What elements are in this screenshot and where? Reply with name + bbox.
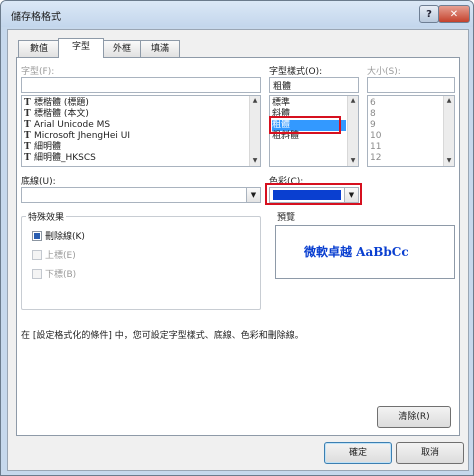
scroll-up-icon[interactable]: ▲ [445,97,453,105]
style-input[interactable]: 粗體 [269,77,359,93]
font-item-label: Microsoft JhengHei UI [34,131,131,141]
underline-select[interactable]: ▼ [21,187,261,203]
font-input[interactable] [21,77,261,93]
font-tab-panel: 字型(F): T 標楷體 (標題) T 標楷體 (本文) T Arial Unicod… [16,57,460,436]
strikethrough-label: 刪除線(K) [45,232,85,242]
strikethrough-checkbox[interactable] [32,231,42,241]
list-item[interactable]: 12 [370,153,381,164]
font-item-label: 細明體_HKSCS [34,153,96,163]
effects-legend: 特殊效果 [26,210,67,223]
truetype-icon: T [24,131,31,141]
truetype-icon: T [24,98,31,108]
style-list-scrollbar[interactable]: ▲ ▼ [347,96,358,166]
font-item-label: 標楷體 (本文) [34,109,89,119]
font-label: 字型(F): [21,67,55,77]
help-button[interactable]: ? [419,5,439,23]
list-item[interactable]: T Arial Unicode MS [24,120,110,131]
title-bar[interactable]: 儲存格格式 ? ✕ [1,1,473,27]
size-list[interactable]: 6 8 9 10 11 12 ▲ ▼ [367,95,455,167]
size-list-scrollbar[interactable]: ▲ ▼ [443,96,454,166]
font-list[interactable]: T 標楷體 (標題) T 標楷體 (本文) T Arial Unicode MS TM… [21,95,261,167]
truetype-icon: T [24,142,31,152]
dialog-window: 儲存格格式 ? ✕ 數值 字型 外框 填滿 字型(F): T 標楷體 (標題) T… [0,0,474,476]
style-label: 字型樣式(O): [269,67,323,77]
effects-group: 特殊效果 刪除線(K) 上標(E) 下標(B) [21,210,261,310]
tab-border[interactable]: 外框 [102,40,142,57]
scroll-up-icon[interactable]: ▲ [251,97,259,105]
list-item[interactable]: T 標楷體 (本文) [24,109,89,120]
superscript-checkbox[interactable] [32,250,42,260]
scroll-down-icon[interactable]: ▼ [349,157,357,165]
hint-text: 在 [設定格式化的條件] 中，您可設定字型樣式、底線、色彩和刪除線。 [21,331,304,341]
tab-font[interactable]: 字型 [58,38,104,58]
window-title: 儲存格格式 [11,12,61,23]
clear-button[interactable]: 清除(R) [377,406,451,428]
ok-button[interactable]: 確定 [324,442,392,464]
list-item[interactable]: T 細明體_HKSCS [24,153,96,164]
preview-text: 微軟卓越 AaBbCc [304,245,409,259]
dialog-body: 數值 字型 外框 填滿 字型(F): T 標楷體 (標題) T 標楷體 (本文) T… [7,29,469,471]
truetype-icon: T [24,153,31,163]
subscript-checkbox[interactable] [32,269,42,279]
list-item[interactable]: T 標楷體 (標題) [24,98,89,109]
list-item[interactable]: 6 [370,98,376,109]
list-item[interactable]: 9 [370,120,376,131]
truetype-icon: T [24,120,31,130]
list-item[interactable]: T Microsoft JhengHei UI [24,131,130,142]
font-list-scrollbar[interactable]: ▲ ▼ [249,96,260,166]
scroll-up-icon[interactable]: ▲ [349,97,357,105]
list-item[interactable]: T 細明體 [24,142,61,153]
truetype-icon: T [24,109,31,119]
scroll-down-icon[interactable]: ▼ [251,157,259,165]
size-input[interactable] [367,77,455,93]
tab-number[interactable]: 數值 [18,40,60,57]
font-item-label: 標楷體 (標題) [34,98,89,108]
chevron-down-icon[interactable]: ▼ [246,188,260,202]
list-item[interactable]: 10 [370,131,381,142]
list-item[interactable]: 8 [370,109,376,120]
close-button[interactable]: ✕ [438,5,470,23]
preview-legend: 預覽 [277,213,296,223]
underline-label: 底線(U): [21,177,56,187]
selection-highlight-box [269,116,341,134]
cancel-button[interactable]: 取消 [396,442,464,464]
scroll-down-icon[interactable]: ▼ [445,157,453,165]
size-label: 大小(S): [367,67,401,77]
tab-fill[interactable]: 填滿 [140,40,180,57]
style-input-value: 粗體 [273,82,292,92]
list-item[interactable]: 11 [370,142,381,153]
font-item-label: Arial Unicode MS [34,120,111,130]
subscript-label: 下標(B) [45,270,77,280]
preview-box: 微軟卓越 AaBbCc [275,225,455,279]
font-item-label: 細明體 [34,142,62,152]
list-item[interactable]: 標準 [272,98,346,109]
color-highlight-box [265,183,362,205]
superscript-label: 上標(E) [45,251,76,261]
